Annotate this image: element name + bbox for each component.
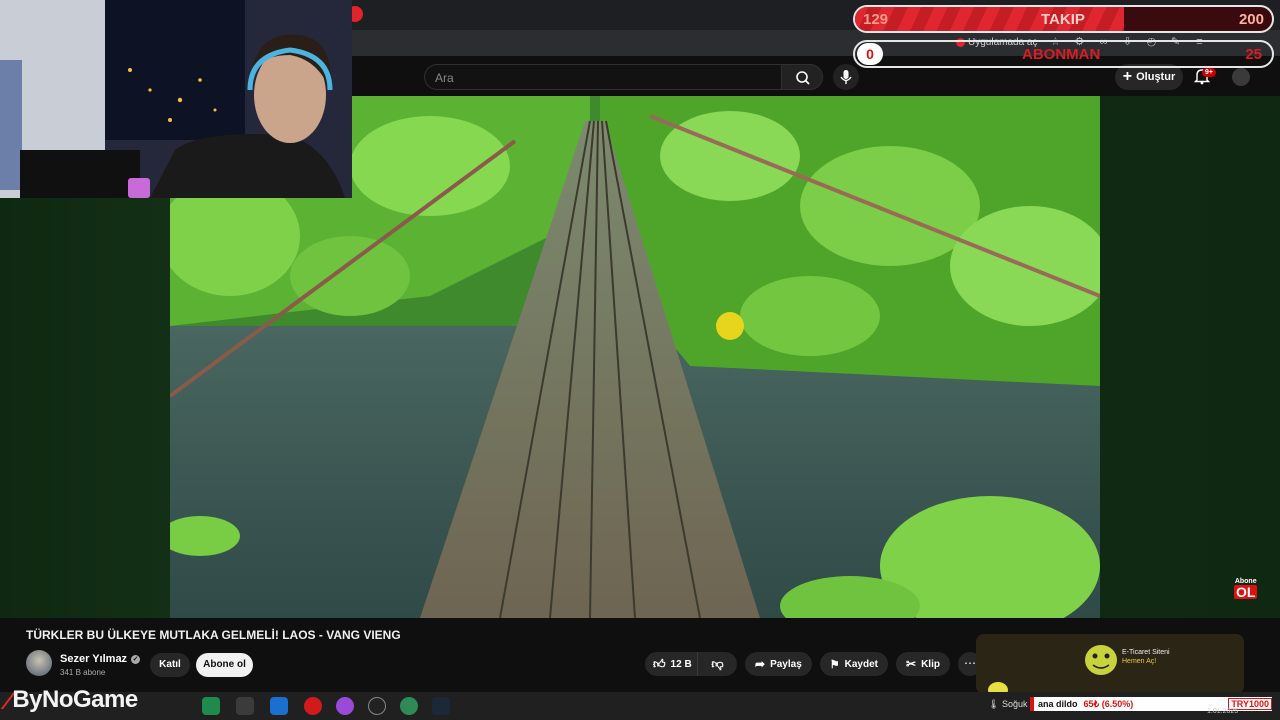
search-input[interactable]: Ara — [424, 64, 781, 90]
ticker-change: 65₺ (6.50%) — [1083, 698, 1134, 709]
share-button[interactable]: ➦ Paylaş — [745, 652, 812, 676]
obs-taskbar-icon[interactable] — [368, 697, 386, 715]
streaming-app-taskbar-icon[interactable] — [336, 697, 354, 715]
create-label: Oluştur — [1136, 71, 1176, 83]
follow-goal-bar: 129 TAKIP 200 — [853, 5, 1274, 33]
explorer-taskbar-icon[interactable] — [270, 697, 288, 715]
subscriber-goal-current: 0 — [857, 43, 883, 65]
bookmark-icon: ⚑ — [829, 658, 840, 671]
like-button[interactable]: 👍︎ 12 B — [645, 652, 697, 676]
store-taskbar-icon[interactable] — [236, 697, 254, 715]
notification-count-badge: 9+ — [1202, 68, 1216, 77]
bynogame-mark-icon: ⁄ — [6, 684, 11, 715]
ad-copy: E-Ticaret Siteni Hemen Aç! — [1122, 648, 1170, 666]
ad-line-2: Hemen Aç! — [1122, 658, 1157, 665]
taskbar-date: 1.01.2025 — [1207, 708, 1239, 715]
sponsored-ad-card[interactable] — [976, 634, 1244, 694]
weather-widget[interactable]: 🌡︎ Soğuk — [988, 699, 1027, 710]
microphone-icon — [840, 70, 852, 84]
ad-illustration — [976, 634, 1244, 694]
video-actions: 👍︎ 12 B 👎︎ ➦ Paylaş ⚑ Kaydet ✂ Klip ⋯ — [645, 652, 982, 676]
chrome-alt-taskbar-icon[interactable] — [400, 697, 418, 715]
subscriber-goal-target: 25 — [1245, 46, 1262, 63]
thumbs-down-icon: 👎︎ — [711, 656, 724, 671]
plus-icon: + — [1122, 68, 1133, 85]
follow-goal-target: 200 — [1238, 11, 1264, 28]
search-placeholder: Ara — [435, 71, 454, 85]
clip-label: Klip — [921, 658, 940, 670]
dislike-button[interactable]: 👎︎ — [697, 652, 737, 676]
thumbs-up-icon: 👍︎ — [653, 656, 666, 671]
channel-avatar[interactable] — [26, 650, 52, 676]
join-button[interactable]: Katıl — [150, 653, 190, 677]
scissors-icon: ✂ — [906, 657, 917, 671]
follow-goal-current: 129 — [863, 11, 889, 28]
save-button[interactable]: ⚑ Kaydet — [819, 652, 888, 676]
channel-name: Sezer Yılmaz — [60, 653, 128, 665]
search-button[interactable] — [781, 64, 823, 90]
search-icon — [796, 71, 810, 85]
voice-search-button[interactable] — [833, 64, 859, 90]
webcam-feed — [0, 0, 352, 198]
ticker-text: ana dildo — [1038, 699, 1078, 709]
follow-goal-label: TAKIP — [1041, 11, 1085, 28]
bynogame-logo: ⁄ ByNoGame — [6, 683, 138, 717]
subscribe-overlay-big: OL — [1234, 584, 1258, 600]
bynogame-logo-text: ByNoGame — [12, 686, 138, 713]
subscribe-overlay-badge: Abone OL — [1234, 578, 1258, 600]
thermometer-icon: 🌡︎ — [988, 699, 1000, 709]
subscriber-goal-label: ABONMAN — [1022, 46, 1101, 63]
screen: — ❐ Uygulamada aç ☆ ⚙ ∞ ⇩ ◴ ✎ ≡ Ara + Ol… — [0, 0, 1280, 720]
opera-taskbar-icon[interactable] — [304, 697, 322, 715]
channel-name-row[interactable]: Sezer Yılmaz ✓ — [60, 653, 141, 665]
account-avatar[interactable] — [1232, 68, 1250, 86]
verified-check-icon: ✓ — [131, 654, 141, 664]
share-icon: ➦ — [755, 657, 766, 671]
save-label: Kaydet — [844, 658, 878, 670]
channel-subscriber-count: 341 B abone — [60, 668, 106, 677]
clip-button[interactable]: ✂ Klip — [896, 652, 950, 676]
ad-line-1: E-Ticaret Siteni — [1122, 649, 1170, 656]
video-title: TÜRKLER BU ÜLKEYE MUTLAKA GELMELİ! LAOS … — [26, 628, 401, 642]
weather-text: Soğuk — [1001, 699, 1028, 709]
subscriber-goal-bar: 0 ABONMAN 25 — [853, 40, 1274, 68]
share-label: Paylaş — [770, 658, 802, 670]
like-count: 12 B — [670, 658, 692, 670]
steam-taskbar-icon[interactable] — [432, 697, 450, 715]
subscribe-button[interactable]: Abone ol — [196, 653, 253, 677]
streamer-webcam — [0, 0, 352, 198]
chrome-taskbar-icon[interactable] — [202, 697, 220, 715]
